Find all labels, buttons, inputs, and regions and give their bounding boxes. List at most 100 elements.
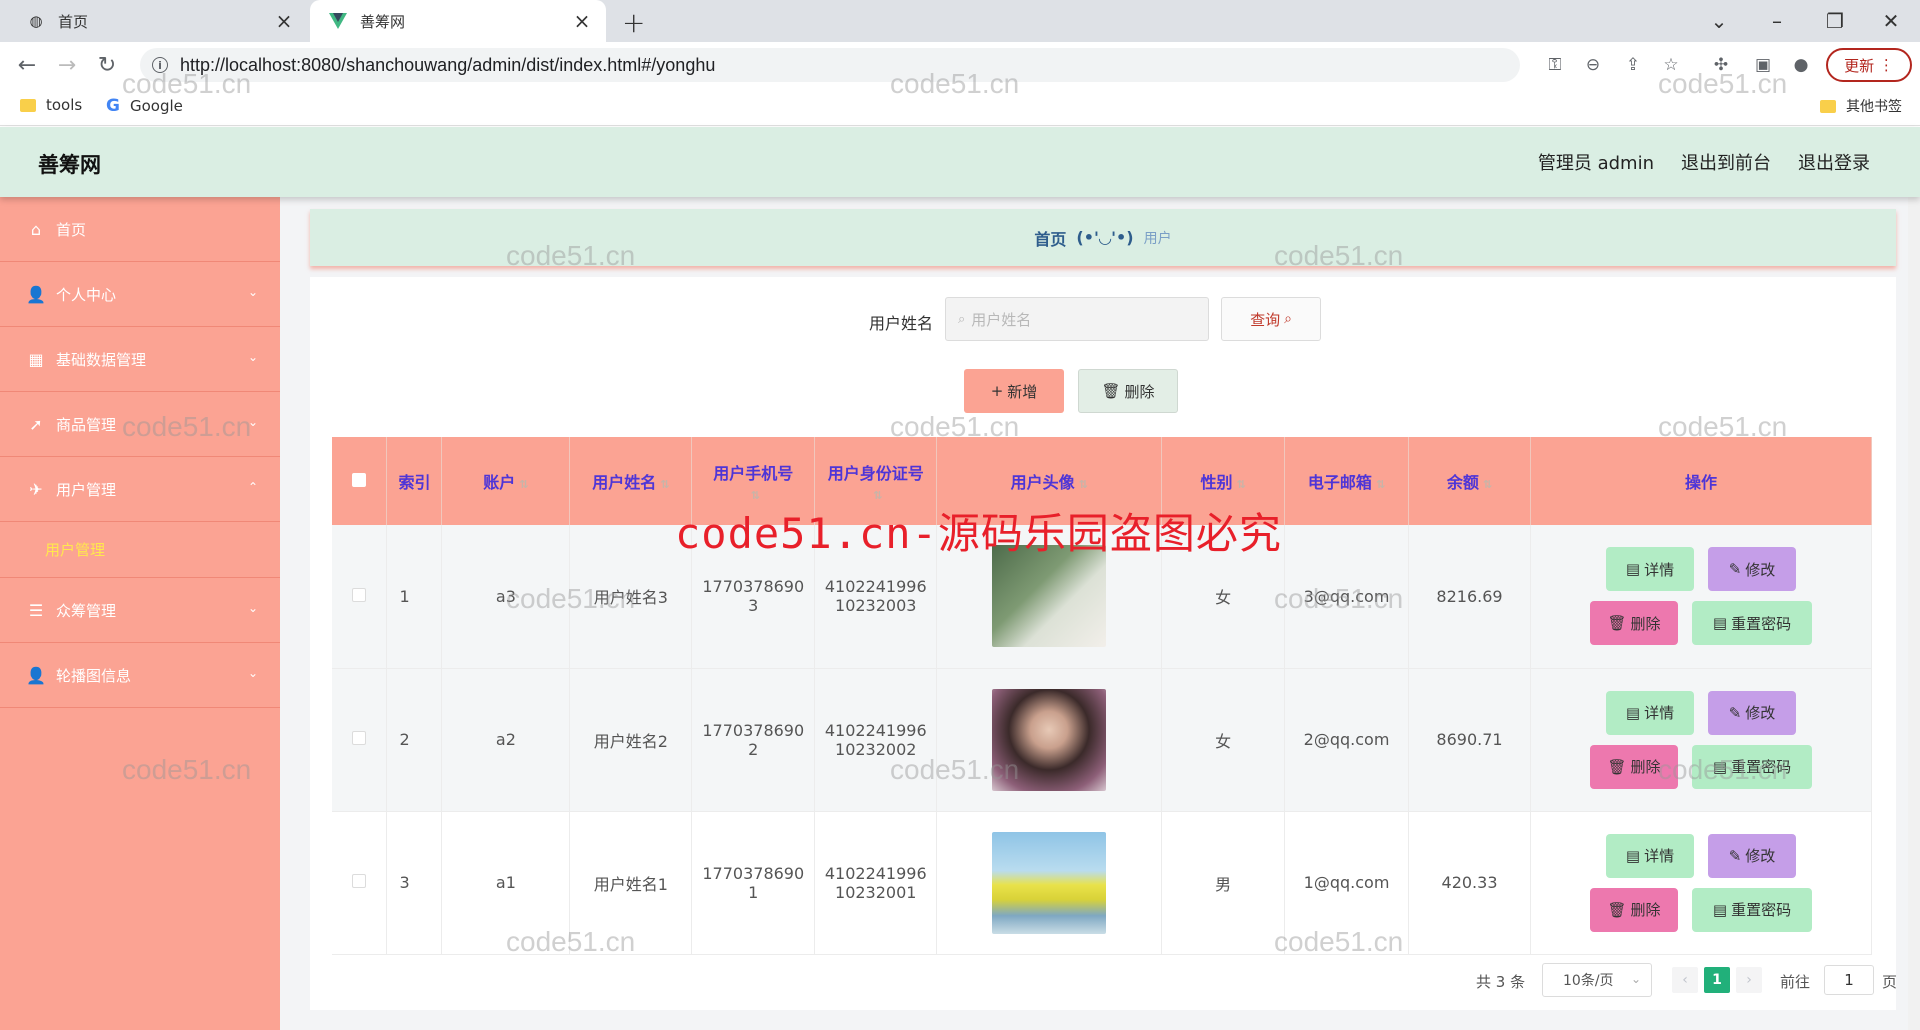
- cell-name: 用户姓名1: [569, 811, 693, 955]
- info-icon[interactable]: i: [152, 57, 168, 73]
- exit-to-front-link[interactable]: 退出到前台: [1681, 149, 1771, 175]
- sort-icon[interactable]: ⇅: [1376, 478, 1385, 491]
- sidebar-item-goods[interactable]: ➚ 商品管理 ⌄: [0, 392, 280, 457]
- edit-button[interactable]: ✎ 修改: [1707, 547, 1796, 592]
- next-page-button[interactable]: ›: [1736, 967, 1762, 993]
- browser-tab-active[interactable]: 善筹网 ×: [310, 0, 606, 42]
- edit-button[interactable]: ✎ 修改: [1707, 690, 1796, 735]
- page-scrollbar[interactable]: [1908, 197, 1920, 1030]
- delete-button[interactable]: 🗑 删除: [1589, 744, 1678, 789]
- select-all-checkbox[interactable]: [352, 472, 367, 487]
- sort-icon[interactable]: ⇅: [751, 489, 760, 502]
- column-header[interactable]: 用户姓名 ⇅: [569, 437, 693, 525]
- column-header[interactable]: 账户 ⇅: [441, 437, 571, 525]
- add-label: 新增: [1007, 382, 1038, 401]
- sort-icon[interactable]: ⇅: [873, 489, 882, 502]
- reset-password-button[interactable]: ▤ 重置密码: [1691, 601, 1812, 646]
- delete-button[interactable]: 🗑 删除: [1589, 601, 1678, 646]
- sort-icon[interactable]: ⇅: [1079, 478, 1088, 491]
- column-header[interactable]: 电子邮箱 ⇅: [1284, 437, 1410, 525]
- window-close-icon[interactable]: ✕: [1862, 0, 1920, 42]
- cell-idcard: 4102241996 10232002: [814, 668, 938, 812]
- key-icon[interactable]: ⚿: [1540, 50, 1570, 80]
- avatar[interactable]: [992, 545, 1107, 648]
- column-label: 用户手机号: [713, 463, 794, 483]
- column-header[interactable]: 用户身份证号 ⇅: [814, 437, 938, 525]
- column-header[interactable]: 用户手机号 ⇅: [691, 437, 816, 525]
- browser-tab-home[interactable]: ◍ 首页 ×: [8, 0, 308, 42]
- delete-button[interactable]: 🗑 删除: [1589, 887, 1678, 932]
- reset-password-button[interactable]: ▤ 重置密码: [1691, 744, 1812, 789]
- sidebar-item-users[interactable]: ✈ 用户管理 ⌃: [0, 457, 280, 522]
- table-row[interactable]: 1 a3 用户姓名3 1770378690 3 4102241996 1023200…: [332, 525, 1873, 669]
- select-all-checkbox-cell[interactable]: [332, 437, 388, 525]
- update-button[interactable]: 更新 ⋮: [1826, 48, 1912, 82]
- profile-icon[interactable]: ●: [1786, 50, 1816, 80]
- minimize-icon[interactable]: –: [1748, 0, 1806, 42]
- column-label: 用户身份证号: [827, 463, 924, 483]
- row-checkbox[interactable]: [352, 874, 367, 888]
- sort-icon[interactable]: ⇅: [1483, 478, 1492, 491]
- sidebar-item-profile[interactable]: 👤 个人中心 ⌄: [0, 262, 280, 327]
- sidebar-item-crowdfunding[interactable]: ☰ 众筹管理 ⌄: [0, 578, 280, 643]
- column-header[interactable]: 用户头像 ⇅: [936, 437, 1163, 525]
- reload-icon[interactable]: ↻: [92, 50, 122, 80]
- column-header: 操作: [1530, 437, 1873, 525]
- sidebar-item-home[interactable]: ⌂ 首页: [0, 197, 280, 262]
- batch-delete-button[interactable]: 🗑 删除: [1078, 369, 1178, 413]
- sort-icon[interactable]: ⇅: [1237, 478, 1246, 491]
- page-size-select[interactable]: 10条/页 ⌄: [1542, 963, 1652, 997]
- edit-button[interactable]: ✎ 修改: [1707, 833, 1796, 878]
- row-checkbox[interactable]: [352, 731, 367, 745]
- detail-button[interactable]: ▤ 详情: [1605, 690, 1694, 735]
- sidebar-item-basic-data[interactable]: ▦ 基础数据管理 ⌄: [0, 327, 280, 392]
- column-header[interactable]: 余额 ⇅: [1408, 437, 1531, 525]
- share-icon[interactable]: ⇪: [1618, 50, 1648, 80]
- submenu-user-management[interactable]: 用户管理: [0, 522, 280, 578]
- edit-label: 修改: [1745, 704, 1776, 722]
- logout-link[interactable]: 退出登录: [1798, 149, 1870, 175]
- row-checkbox-cell[interactable]: [332, 811, 388, 955]
- admin-label[interactable]: 管理员 admin: [1538, 149, 1654, 175]
- add-button[interactable]: + 新增: [964, 369, 1064, 413]
- detail-button[interactable]: ▤ 详情: [1605, 547, 1694, 592]
- zoom-icon[interactable]: ⊖: [1578, 50, 1608, 80]
- sidebar-item-carousel[interactable]: 👤 轮播图信息 ⌄: [0, 643, 280, 708]
- bookmark-tools[interactable]: tools: [20, 96, 82, 114]
- row-checkbox-cell[interactable]: [332, 525, 388, 669]
- current-page[interactable]: 1: [1704, 967, 1730, 993]
- search-input[interactable]: ⌕ 用户姓名: [945, 297, 1209, 341]
- prev-page-button[interactable]: ‹: [1672, 967, 1698, 993]
- globe-icon: ◍: [29, 12, 43, 30]
- star-icon[interactable]: ☆: [1656, 50, 1686, 80]
- trash-icon: 🗑: [1101, 382, 1121, 400]
- bookmark-google[interactable]: G Google: [106, 96, 183, 116]
- address-bar[interactable]: i http://localhost:8080/shanchouwang/adm…: [140, 48, 1520, 82]
- row-checkbox[interactable]: [352, 587, 367, 602]
- edit-label: 修改: [1745, 847, 1776, 865]
- column-header[interactable]: 性别 ⇅: [1161, 437, 1286, 525]
- goto-page-input[interactable]: 1: [1824, 965, 1874, 995]
- restore-icon[interactable]: ❐: [1806, 0, 1864, 42]
- cell-email: 2@qq.com: [1284, 668, 1410, 812]
- sidepanel-icon[interactable]: ▣: [1748, 50, 1778, 80]
- breadcrumb-home[interactable]: 首页: [1034, 226, 1066, 250]
- close-icon[interactable]: ×: [570, 9, 594, 33]
- close-icon[interactable]: ×: [272, 9, 296, 33]
- back-icon[interactable]: ←: [12, 50, 42, 80]
- extensions-icon[interactable]: ✣: [1706, 50, 1736, 80]
- query-button[interactable]: 查询 ⌕: [1221, 297, 1321, 341]
- sort-icon[interactable]: ⇅: [660, 478, 669, 491]
- avatar[interactable]: [992, 831, 1107, 934]
- table-row[interactable]: 3 a1 用户姓名1 1770378690 1 4102241996 1023200…: [332, 811, 1873, 955]
- table-row[interactable]: 2 a2 用户姓名2 1770378690 2 4102241996 1023200…: [332, 668, 1873, 812]
- row-checkbox-cell[interactable]: [332, 668, 388, 812]
- sort-icon[interactable]: ⇅: [519, 478, 528, 491]
- forward-icon[interactable]: →: [52, 50, 82, 80]
- other-bookmarks[interactable]: 其他书签: [1820, 96, 1902, 116]
- reset-password-button[interactable]: ▤ 重置密码: [1691, 887, 1812, 932]
- avatar[interactable]: [992, 688, 1107, 791]
- new-tab-button[interactable]: +: [622, 6, 645, 39]
- detail-button[interactable]: ▤ 详情: [1605, 833, 1694, 878]
- tab-search-icon[interactable]: ⌄: [1690, 0, 1748, 42]
